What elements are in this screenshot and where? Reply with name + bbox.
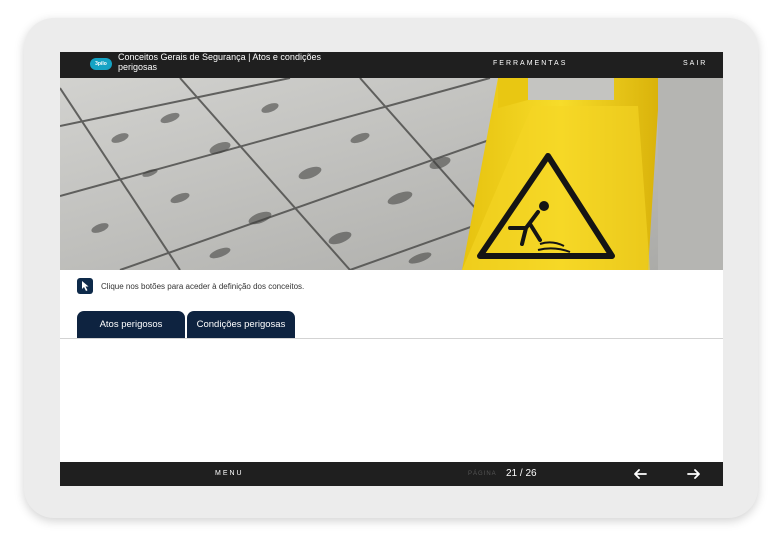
course-screen: 3pilo Conceitos Gerais de Segurança | At… bbox=[60, 52, 723, 486]
instruction-text: Clique nos botões para aceder à definiçã… bbox=[101, 281, 305, 291]
menu-button[interactable]: MENU bbox=[215, 470, 244, 477]
pointer-icon bbox=[77, 278, 93, 294]
brand-logo: 3pilo bbox=[90, 58, 112, 70]
tab-divider bbox=[60, 338, 723, 339]
bottom-bar: MENU PÁGINA 21 / 26 bbox=[60, 462, 723, 486]
arrow-right-icon bbox=[687, 469, 700, 479]
course-title: Conceitos Gerais de Segurança | Atos e c… bbox=[118, 52, 321, 72]
arrow-left-icon bbox=[634, 469, 647, 479]
hero-image bbox=[60, 78, 723, 270]
previous-page-button[interactable] bbox=[631, 465, 649, 483]
page-label: PÁGINA bbox=[468, 471, 497, 477]
tab-atos-perigosos[interactable]: Atos perigosos bbox=[77, 311, 185, 338]
exit-button[interactable]: SAIR bbox=[683, 60, 707, 67]
tab-condicoes-perigosas[interactable]: Condições perigosas bbox=[187, 311, 295, 338]
wet-floor-illustration bbox=[60, 78, 723, 270]
next-page-button[interactable] bbox=[685, 465, 703, 483]
instruction-row: Clique nos botões para aceder à definiçã… bbox=[77, 277, 304, 295]
tools-menu-button[interactable]: FERRAMENTAS bbox=[493, 60, 567, 67]
top-bar: 3pilo Conceitos Gerais de Segurança | At… bbox=[60, 52, 723, 78]
page-number: 21 / 26 bbox=[506, 468, 537, 479]
concept-tabs: Atos perigosos Condições perigosas bbox=[77, 311, 297, 338]
